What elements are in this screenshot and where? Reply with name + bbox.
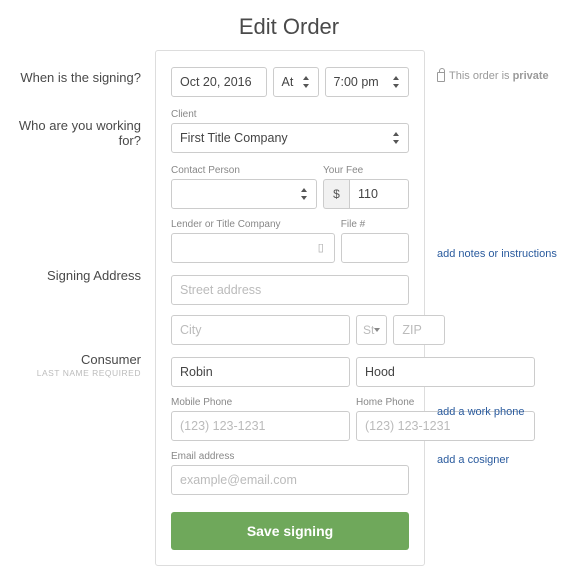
signing-time-select[interactable]: 7:00 pm [325,67,409,97]
signing-date-select[interactable]: Oct 20, 2016 [171,67,267,97]
signing-time-value: 7:00 pm [334,75,379,89]
private-text-prefix: This order is [449,70,513,82]
email-label: Email address [171,451,409,462]
label-who: Who are you working for? [0,118,141,268]
client-select[interactable]: First Title Company [171,123,409,153]
lender-label: Lender or Title Company [171,219,335,230]
contact-select[interactable] [171,179,317,209]
state-placeholder: St [363,323,374,337]
chevrons-icon [299,187,308,201]
chevrons-icon [391,131,400,145]
add-cosigner-link[interactable]: add a cosigner [437,454,509,466]
building-icon: ▯ [313,241,329,254]
caret-down-icon [374,328,380,332]
lock-icon [437,72,445,82]
signing-at-select[interactable]: At [273,67,319,97]
label-signing-address: Signing Address [0,268,141,352]
add-work-phone-link[interactable]: add a work phone [437,406,524,418]
currency-symbol: $ [323,179,349,209]
label-when: When is the signing? [0,70,141,118]
mobile-phone-input[interactable] [171,411,350,441]
private-indicator: This order is private [437,70,578,248]
consumer-first-input[interactable] [171,357,350,387]
file-input[interactable] [341,233,409,263]
email-input[interactable] [171,465,409,495]
file-label: File # [341,219,409,230]
form-panel: Oct 20, 2016 At 7:00 pm Client First Tit… [155,50,425,566]
mobile-phone-label: Mobile Phone [171,397,350,408]
client-value: First Title Company [180,131,288,145]
city-input[interactable] [171,315,350,345]
client-label: Client [171,109,409,120]
lender-input[interactable] [171,233,335,263]
signing-at-label: At [282,75,294,89]
chevrons-icon [391,75,400,89]
chevrons-icon [301,75,310,89]
fee-label: Your Fee [323,165,409,176]
private-word: private [513,70,549,82]
fee-input[interactable] [349,179,409,209]
add-notes-link[interactable]: add notes or instructions [437,248,557,260]
signing-date-value: Oct 20, 2016 [180,75,252,89]
state-select[interactable]: St [356,315,387,345]
save-button[interactable]: Save signing [171,512,409,550]
page-title: Edit Order [0,0,578,50]
contact-label: Contact Person [171,165,317,176]
label-consumer: Consumer [0,352,141,367]
label-consumer-sub: LAST NAME REQUIRED [0,368,141,378]
street-address-input[interactable] [171,275,409,305]
